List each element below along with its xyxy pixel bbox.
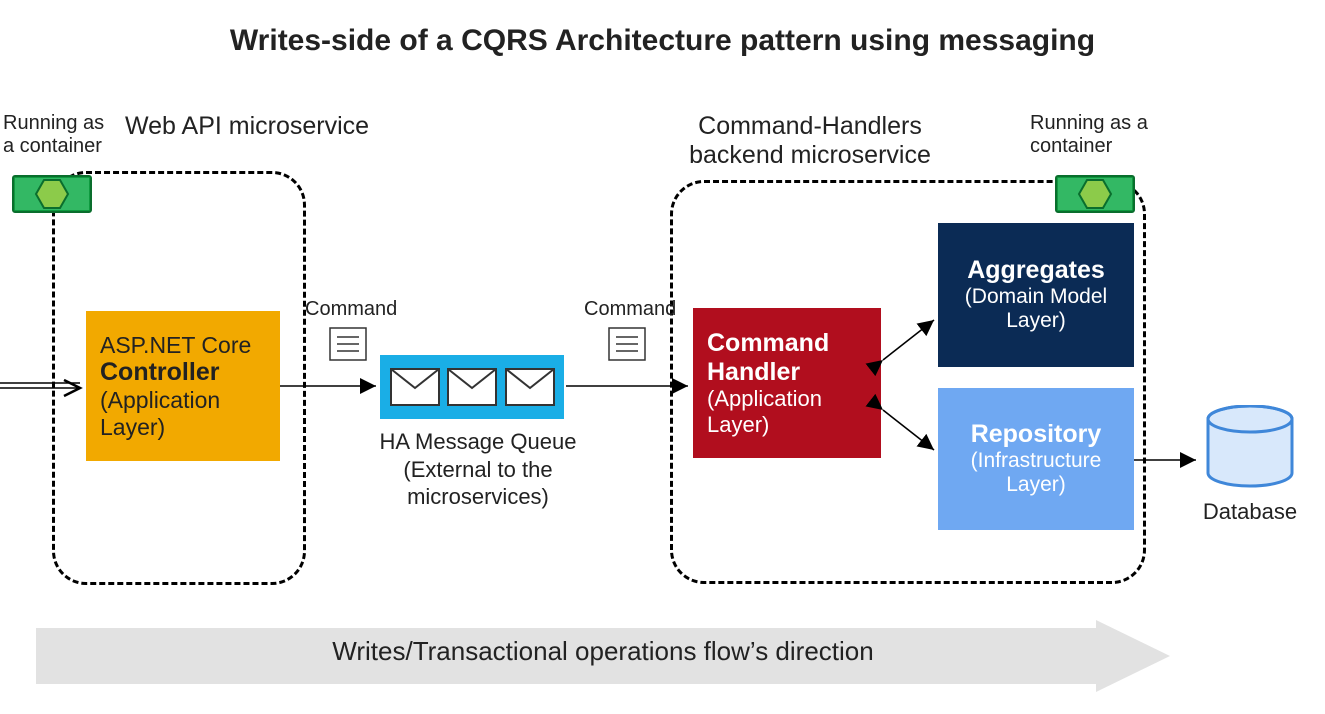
backend-text: Command-Handlers backend microservice [689, 112, 931, 169]
web-api-text: Web API microservice [125, 112, 369, 140]
command-handler-sub: (Application Layer) [707, 386, 867, 437]
flow-direction-bar: Writes/Transactional operations flow’s d… [36, 620, 1170, 692]
envelope-icon [505, 368, 555, 406]
aggregates-bold: Aggregates [967, 256, 1105, 285]
backend-section-title: Command-Handlers backend microservice [655, 112, 965, 170]
database-icon [1205, 405, 1295, 490]
repository-box: Repository (Infrastructure Layer) [938, 388, 1134, 530]
controller-sub: (Application Layer) [100, 387, 266, 440]
note-icon-1 [329, 327, 367, 361]
command-handler-box: Command Handler (Application Layer) [693, 308, 881, 458]
controller-bold: Controller [100, 358, 266, 387]
queue-caption: HA Message Queue (External to the micros… [373, 428, 583, 511]
queue-caption-l1: HA Message Queue [380, 429, 577, 454]
repository-bold: Repository [971, 420, 1102, 449]
aspnet-controller-box: ASP.NET Core Controller (Application Lay… [86, 311, 280, 461]
container-icon-right [1055, 168, 1135, 220]
message-queue-icon [380, 355, 564, 419]
container-label-right: Running as a container [1030, 112, 1150, 158]
envelope-icon [447, 368, 497, 406]
diagram-canvas: Writes-side of a CQRS Architecture patte… [0, 0, 1325, 714]
flow-direction-label: Writes/Transactional operations flow’s d… [36, 636, 1170, 667]
controller-line1: ASP.NET Core [100, 332, 266, 358]
aggregates-box: Aggregates (Domain Model Layer) [938, 223, 1134, 367]
repository-sub: (Infrastructure Layer) [952, 449, 1120, 497]
database-node: Database [1200, 405, 1300, 525]
diagram-title: Writes-side of a CQRS Architecture patte… [0, 24, 1325, 58]
queue-caption-l2: (External to the microservices) [403, 457, 552, 510]
database-label: Database [1200, 499, 1300, 525]
web-api-section-title: Web API microservice [125, 112, 369, 141]
container-icon-left [12, 168, 92, 220]
command-label-2: Command [584, 298, 676, 321]
aggregates-sub: (Domain Model Layer) [952, 285, 1120, 333]
envelope-icon [390, 368, 440, 406]
command-handler-bold: Command Handler [707, 329, 867, 387]
note-icon-2 [608, 327, 646, 361]
command-label-1: Command [305, 298, 397, 321]
container-label-left: Running as a container [3, 112, 113, 158]
